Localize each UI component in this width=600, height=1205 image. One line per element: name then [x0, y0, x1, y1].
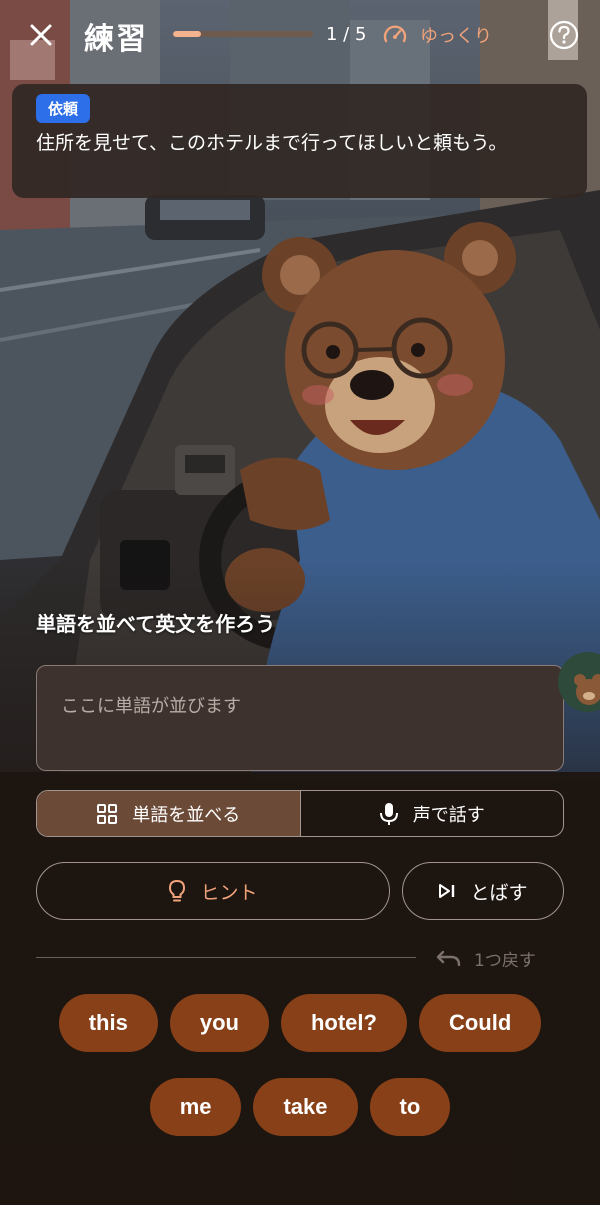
- skip-button[interactable]: とばす: [402, 862, 564, 920]
- progress-bar: [173, 31, 313, 37]
- undo-label: 1つ戻す: [474, 950, 536, 971]
- lightbulb-icon: [169, 879, 186, 902]
- speed-toggle[interactable]: ゆっくり: [382, 20, 492, 50]
- divider: [36, 957, 416, 958]
- answer-placeholder: ここに単語が並びます: [61, 696, 241, 717]
- request-card: 依頼 住所を見せて、このホテルまで行ってほしいと頼もう。: [12, 84, 587, 198]
- hint-label: ヒント: [200, 881, 258, 904]
- input-mode-switch: 単語を並べる 声で話す: [36, 790, 564, 837]
- answer-drop-area[interactable]: ここに単語が並びます: [36, 665, 564, 771]
- speed-label: ゆっくり: [420, 26, 492, 47]
- mode-voice-label: 声で話す: [412, 804, 485, 826]
- help-icon: [549, 20, 579, 50]
- word-chip[interactable]: Could: [418, 994, 542, 1052]
- instruction-text: 単語を並べて英文を作ろう: [36, 612, 276, 636]
- mode-arrange-words[interactable]: 単語を並べる: [37, 791, 301, 836]
- help-button[interactable]: [548, 19, 580, 51]
- top-bar: 練習 1 / 5 ゆっくり: [0, 0, 600, 70]
- close-button[interactable]: [24, 18, 58, 52]
- word-chip[interactable]: this: [58, 994, 158, 1052]
- word-chip[interactable]: hotel?: [280, 994, 407, 1052]
- page-title: 練習: [84, 22, 148, 57]
- word-chip[interactable]: me: [149, 1078, 242, 1136]
- progress-fill: [173, 31, 201, 37]
- word-chip-row-2: me take to: [0, 1078, 600, 1136]
- close-icon: [30, 24, 52, 46]
- skip-label: とばす: [470, 881, 528, 904]
- microphone-icon: [379, 802, 398, 825]
- hint-button[interactable]: ヒント: [36, 862, 390, 920]
- grid-icon: [97, 803, 118, 824]
- word-chip[interactable]: take: [253, 1078, 358, 1136]
- progress-counter: 1 / 5: [326, 24, 367, 45]
- skip-forward-icon: [439, 884, 455, 898]
- speedometer-icon: [383, 25, 407, 43]
- request-text: 住所を見せて、このホテルまで行ってほしいと頼もう。: [36, 132, 508, 154]
- word-chip-row-1: this you hotel? Could: [0, 994, 600, 1052]
- undo-button[interactable]: 1つ戻す: [436, 945, 536, 971]
- word-chip[interactable]: you: [169, 994, 269, 1052]
- undo-icon: [436, 950, 461, 967]
- word-chip[interactable]: to: [369, 1078, 451, 1136]
- mode-arrange-label: 単語を並べる: [132, 804, 241, 826]
- mode-voice[interactable]: 声で話す: [301, 791, 564, 836]
- request-badge: 依頼: [36, 94, 91, 123]
